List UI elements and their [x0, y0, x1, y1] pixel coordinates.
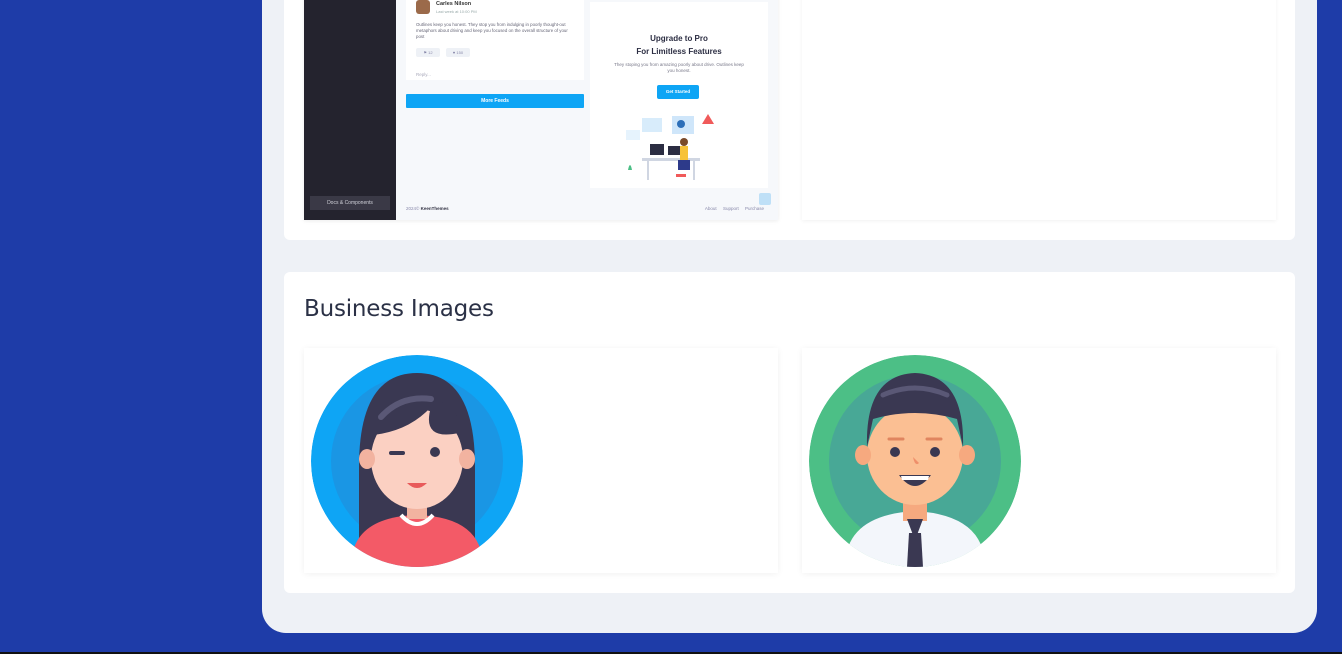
preview-footer-copyright: 2024© KeenThemes	[406, 206, 449, 211]
upgrade-promo: Upgrade to Pro For Limitless Features Th…	[590, 2, 768, 188]
like-count: 12	[428, 50, 433, 55]
post-author: Carles Nilson	[436, 1, 472, 7]
footer-link-about[interactable]: About	[705, 206, 717, 211]
preview-footer-links: About Support Purchase	[700, 206, 764, 211]
scroll-top-button[interactable]	[759, 193, 771, 205]
heart-count-button[interactable]: ♥ 150	[446, 48, 470, 57]
like-count-button[interactable]: ⚑ 12	[416, 48, 440, 57]
business-images-card: Business Images	[284, 272, 1295, 593]
section-title: Business Images	[304, 296, 494, 322]
promo-title-line1: Upgrade to Pro	[650, 34, 708, 43]
preview-feed: Carles Nilson Last week at 10:00 PM Outl…	[406, 0, 584, 200]
promo-title-line2: For Limitless Features	[636, 47, 722, 56]
more-feeds-button[interactable]: More Feeds	[406, 94, 584, 108]
feed-post: Carles Nilson Last week at 10:00 PM Outl…	[406, 0, 584, 80]
heart-count: 150	[456, 50, 464, 55]
business-image-tile[interactable]	[802, 348, 1276, 573]
empty-preview-tile	[802, 0, 1276, 220]
footer-brand[interactable]: KeenThemes	[421, 206, 449, 211]
avatar	[416, 0, 430, 14]
footer-year: 2024©	[406, 206, 420, 211]
post-text: Outlines keep you honest. They stop you …	[416, 22, 568, 39]
female-avatar-icon	[311, 355, 523, 567]
footer-link-support[interactable]: Support	[723, 206, 739, 211]
preview-sidebar: Docs & Components	[304, 0, 396, 220]
reply-input[interactable]: Reply...	[416, 72, 431, 77]
post-time: Last week at 10:00 PM	[436, 9, 477, 14]
desk-illustration-icon	[626, 114, 714, 180]
business-image-tile[interactable]	[304, 348, 778, 573]
promo-text: They stoping you from amazing poorly abo…	[614, 62, 744, 73]
footer-link-purchase[interactable]: Purchase	[745, 206, 764, 211]
male-avatar-icon	[809, 355, 1021, 567]
get-started-button[interactable]: Get Started	[657, 85, 699, 99]
demo-card: Docs & Components Carles Nilson Last wee…	[284, 0, 1295, 240]
promo-title: Upgrade to Pro For Limitless Features	[590, 32, 768, 58]
docs-components-button[interactable]: Docs & Components	[310, 196, 390, 210]
app-preview-screenshot[interactable]: Docs & Components Carles Nilson Last wee…	[304, 0, 778, 220]
content-panel: Docs & Components Carles Nilson Last wee…	[262, 0, 1317, 633]
